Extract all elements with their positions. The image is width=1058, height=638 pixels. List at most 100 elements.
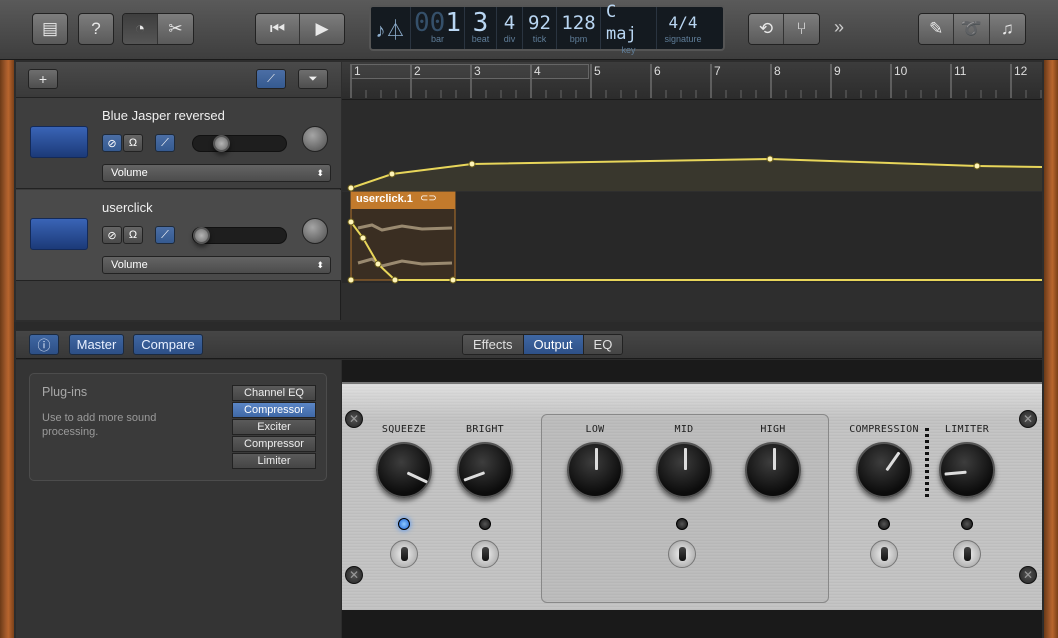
automation-point[interactable] [347, 276, 355, 284]
go-to-beginning-button[interactable]: ⏮ [256, 14, 301, 44]
track-automation-button[interactable]: ⟋ [155, 226, 175, 244]
editors-button[interactable]: ✂ [158, 14, 193, 44]
volume-slider[interactable] [192, 135, 287, 152]
tab-output[interactable]: Output [523, 335, 584, 354]
track-name[interactable]: userclick [102, 200, 153, 215]
media-browser-button[interactable]: ♫ [989, 14, 1025, 44]
lcd-signature-value: 4/4 [668, 13, 698, 32]
plugin-slot[interactable]: Limiter [232, 453, 316, 469]
pan-knob[interactable] [302, 126, 328, 152]
automation-point[interactable] [973, 162, 981, 170]
smart-controls-button[interactable]: ◔ [123, 14, 159, 44]
mid-knob[interactable] [656, 442, 712, 498]
automation-point[interactable] [347, 218, 355, 226]
volume-slider[interactable] [192, 227, 287, 244]
knob-label: LIMITER [944, 424, 990, 435]
plugins-box: Plug-ins Use to add more sound processin… [29, 373, 327, 481]
limiter-toggle[interactable] [953, 540, 981, 568]
knob-indicator [885, 451, 901, 472]
compare-button[interactable]: Compare [133, 334, 203, 355]
play-icon: ▶ [315, 19, 329, 38]
mute-button[interactable]: ⊘ [102, 134, 122, 152]
automation-parameter-select[interactable]: Volume ⬍ [102, 256, 331, 274]
cycle-tuner-group: ⟲ ⑂ [748, 13, 820, 45]
notepad-button[interactable]: ✎ [919, 14, 955, 44]
eq-toggle[interactable] [668, 540, 696, 568]
lcd-signature[interactable]: 4/4 signature [657, 7, 709, 49]
knob-indicator [684, 448, 687, 470]
knob-label: BRIGHT [466, 424, 504, 435]
lcd-div-value: 4 [503, 12, 516, 34]
show-automation-button[interactable]: ⟋ [256, 69, 286, 89]
lcd-mode[interactable]: ♪⏃ [371, 7, 411, 49]
more-controls-button[interactable]: » [834, 17, 844, 38]
tuner-button[interactable]: ⑂ [784, 14, 819, 44]
track-name[interactable]: Blue Jasper reversed [102, 108, 225, 123]
lcd-bar: 001 bar [411, 7, 465, 49]
mute-button[interactable]: ⊘ [102, 226, 122, 244]
lcd-key[interactable]: C maj key [601, 2, 657, 55]
track-row[interactable]: userclick ⊘ Ω ⟋ Volume ⬍ [16, 190, 341, 281]
compression-knob[interactable] [856, 442, 912, 498]
plugin-slot[interactable]: Compressor [232, 402, 316, 418]
solo-button[interactable]: Ω [123, 226, 143, 244]
high-knob[interactable] [745, 442, 801, 498]
bright-knob[interactable] [457, 442, 513, 498]
region-name[interactable]: userclick.1 [356, 193, 413, 205]
screw-icon: ✕ [1019, 410, 1037, 428]
timeline[interactable]: 1 2 3 4 5 6 7 8 9 10 11 12 userclick.1 ⊂… [342, 62, 1042, 320]
catch-playhead-button[interactable]: ⏷ [298, 69, 328, 89]
automation-point[interactable] [449, 276, 457, 284]
smart-controls-tabs: Effects Output EQ [462, 334, 624, 355]
tab-eq[interactable]: EQ [583, 335, 623, 354]
add-track-button[interactable]: + [28, 69, 58, 89]
track-automation-button[interactable]: ⟋ [155, 134, 175, 152]
headphones-icon: Ω [128, 229, 138, 241]
loop-browser-button[interactable]: ➰ [954, 14, 990, 44]
squeeze-toggle[interactable] [390, 540, 418, 568]
automation-point[interactable] [374, 260, 382, 268]
solo-button[interactable]: Ω [123, 134, 143, 152]
volume-slider-knob[interactable] [212, 135, 230, 152]
audio-region[interactable] [350, 191, 456, 281]
browser-group: ✎ ➰ ♫ [918, 13, 1026, 45]
cycle-button[interactable]: ⟲ [749, 14, 785, 44]
plugin-slot[interactable]: Channel EQ [232, 385, 316, 401]
automation-parameter-select[interactable]: Volume ⬍ [102, 164, 331, 182]
eq-led [676, 518, 688, 530]
automation-point[interactable] [391, 276, 399, 284]
loop-link-icon: ⊂⊃ [420, 193, 437, 204]
help-icon: ? [91, 19, 101, 38]
automation-point[interactable] [388, 170, 396, 178]
automation-icon: ⟋ [161, 228, 169, 241]
master-button[interactable]: Master [69, 334, 124, 355]
help-button[interactable]: ? [78, 13, 114, 45]
library-icon: ▤ [41, 19, 59, 38]
automation-point[interactable] [359, 234, 367, 242]
pan-knob[interactable] [302, 218, 328, 244]
automation-point[interactable] [347, 184, 355, 192]
automation-point[interactable] [468, 160, 476, 168]
plugin-slot[interactable]: Exciter [232, 419, 316, 435]
inspector-button[interactable]: ⓘ [29, 334, 59, 355]
lcd-tempo[interactable]: 128 bpm [557, 7, 601, 49]
lcd-signature-label: signature [664, 34, 702, 44]
lcd-display[interactable]: ♪⏃ 001 bar 3 beat 4 div 92 tick 128 bpm … [369, 2, 725, 55]
squeeze-knob[interactable] [376, 442, 432, 498]
bright-toggle[interactable] [471, 540, 499, 568]
track-row[interactable]: Blue Jasper reversed ⊘ Ω ⟋ Volume ⬍ [16, 98, 341, 189]
compression-toggle[interactable] [870, 540, 898, 568]
volume-slider-knob[interactable] [193, 227, 210, 244]
cycle-region[interactable] [351, 64, 589, 79]
gain-reduction-meter [925, 428, 929, 500]
library-button[interactable]: ▤ [32, 13, 68, 45]
plugin-slot[interactable]: Compressor [232, 436, 316, 452]
limiter-knob[interactable] [939, 442, 995, 498]
ruler[interactable]: 1 2 3 4 5 6 7 8 9 10 11 12 [342, 62, 1042, 100]
play-button[interactable]: ▶ [300, 14, 344, 44]
low-knob[interactable] [567, 442, 623, 498]
cycle-icon: ⟲ [758, 19, 774, 38]
plugins-description: Use to add more sound processing. [42, 412, 157, 438]
automation-point[interactable] [766, 155, 774, 163]
tab-effects[interactable]: Effects [463, 335, 524, 354]
